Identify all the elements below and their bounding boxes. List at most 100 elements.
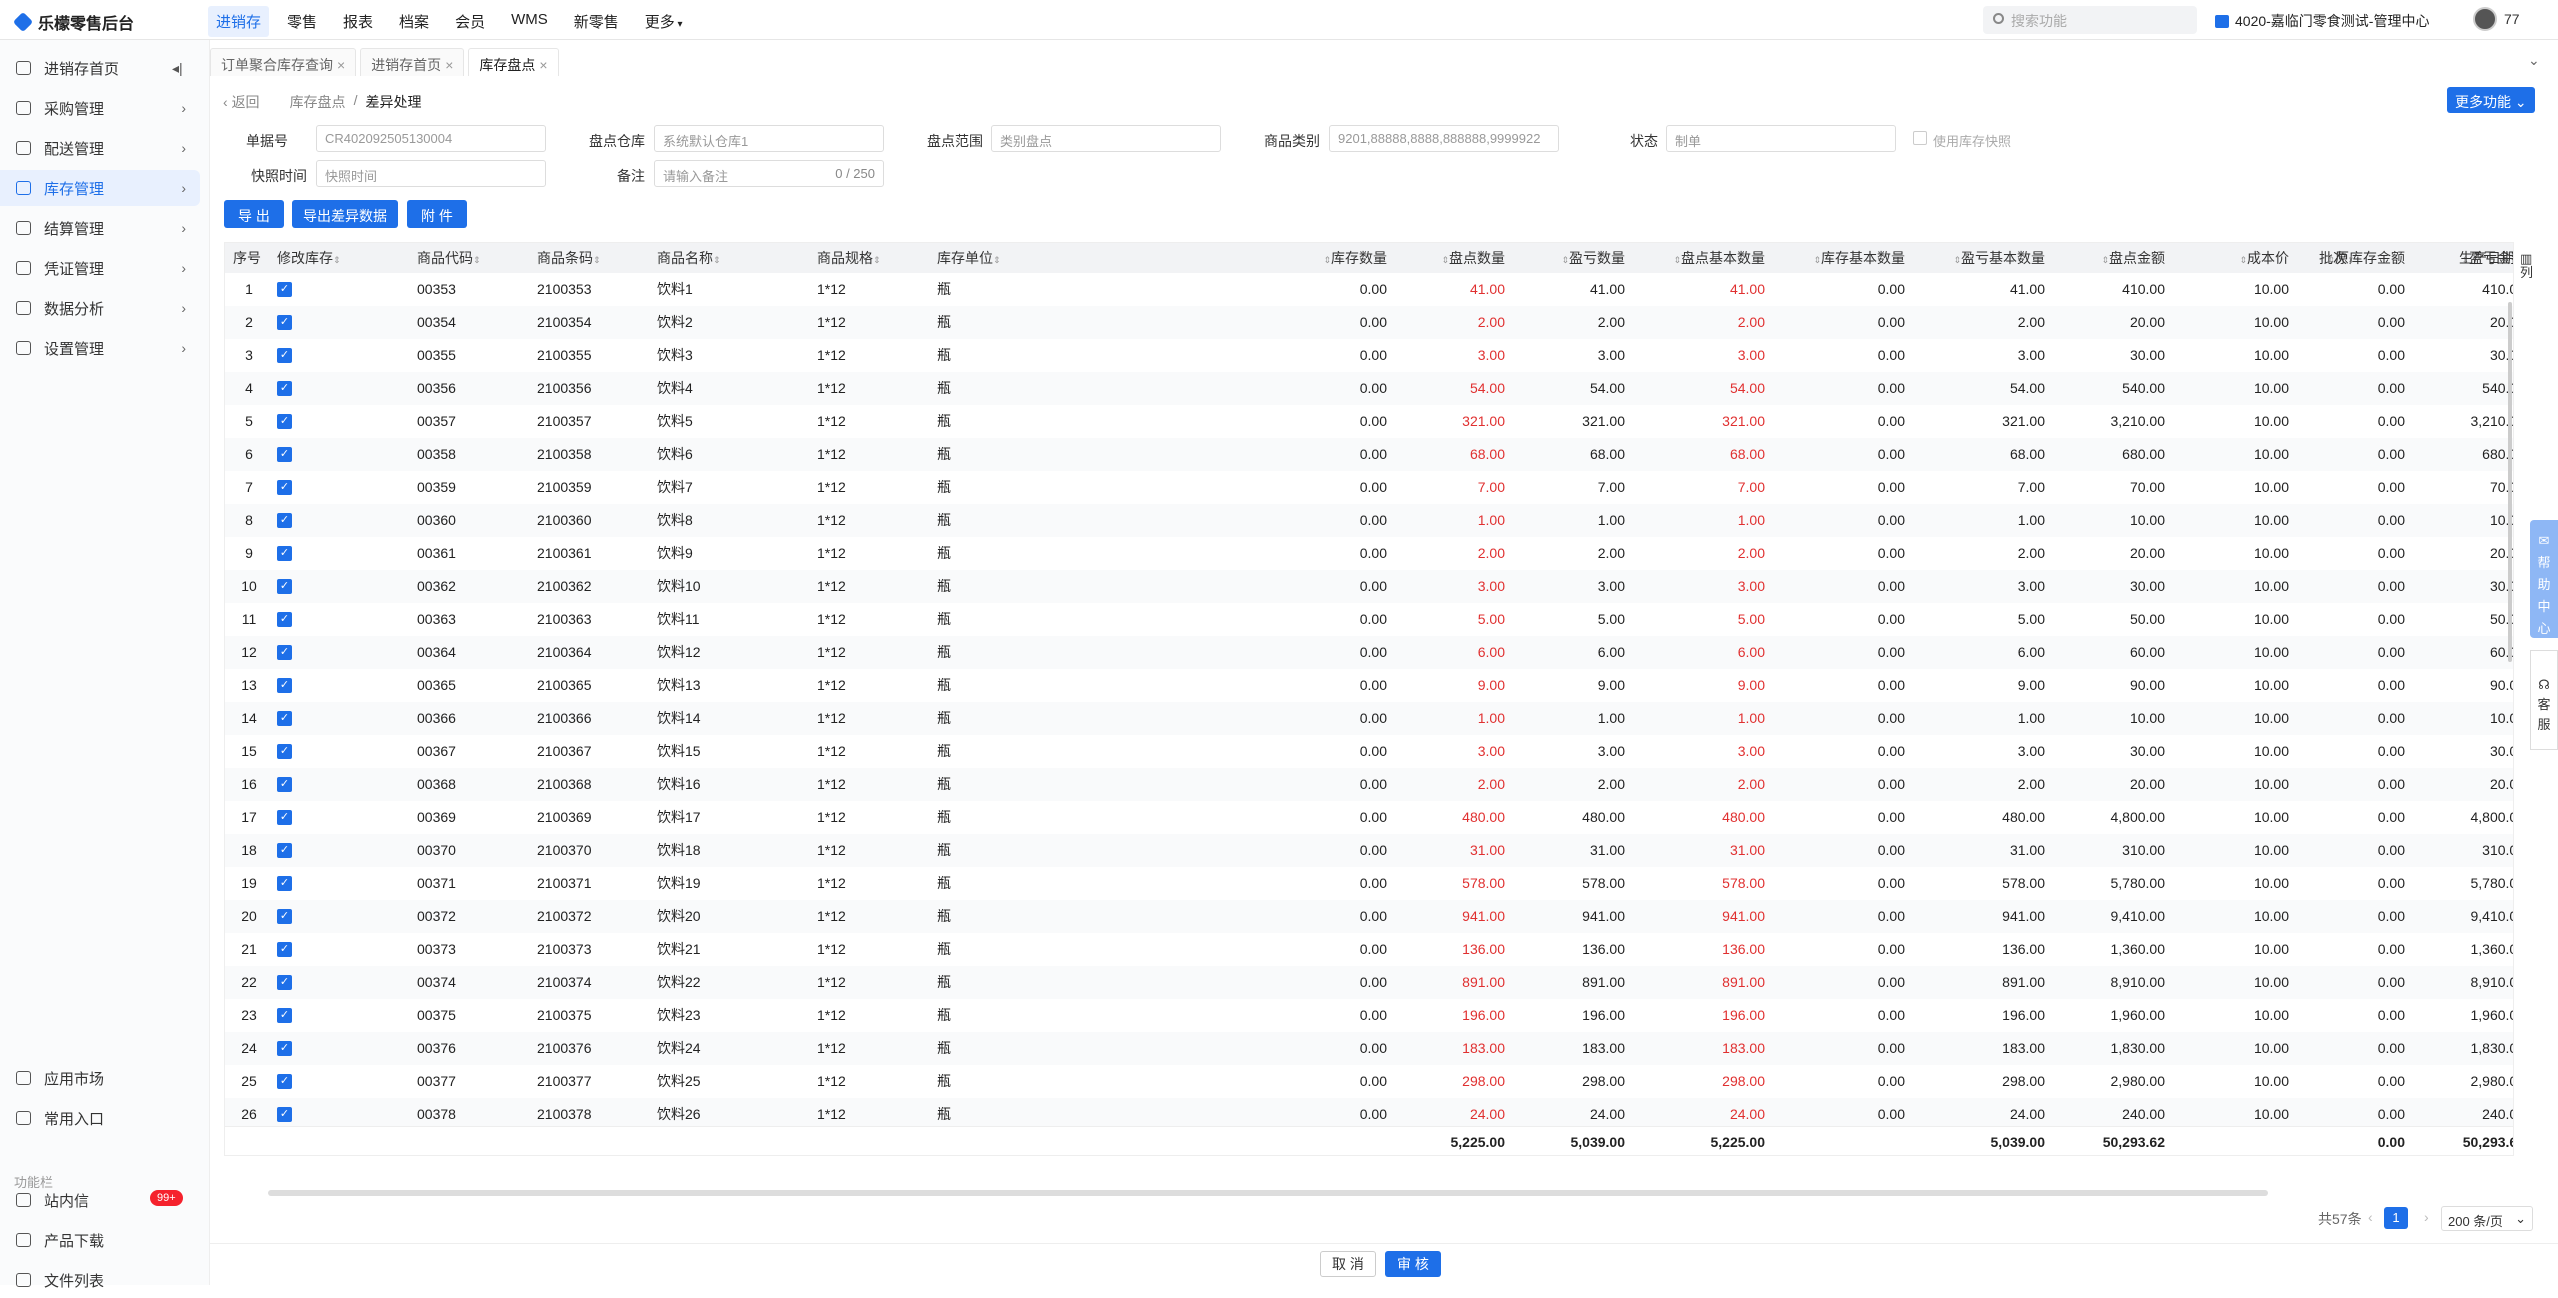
modify-stock-checkbox[interactable]: ✓ [277, 909, 292, 924]
sort-icon[interactable]: ⇕ [1441, 255, 1449, 265]
column-header[interactable]: ⇕盘点数量 [1365, 243, 1505, 273]
topnav-item[interactable]: 更多 ▾ [637, 6, 691, 37]
table-row[interactable]: ✓ 18 00370 2100370 饮料18 1*12 瓶 0.00 31.00 31.00 31… [225, 834, 2513, 867]
sort-icon[interactable]: ⇕ [593, 255, 601, 265]
modify-stock-checkbox[interactable]: ✓ [277, 942, 292, 957]
table-row[interactable]: ✓ 9 00361 2100361 饮料9 1*12 瓶 0.00 2.00 2.00 2.00 0.… [225, 537, 2513, 570]
table-row[interactable]: ✓ 12 00364 2100364 饮料12 1*12 瓶 0.00 6.00 6.00 6.00… [225, 636, 2513, 669]
topnav-item[interactable]: 报表 [335, 6, 381, 37]
topnav-item[interactable]: 会员 [447, 6, 493, 37]
table-row[interactable]: ✓ 3 00355 2100355 饮料3 1*12 瓶 0.00 3.00 3.00 3.00 0.… [225, 339, 2513, 372]
column-header[interactable]: 商品规格⇕ [817, 243, 881, 273]
modify-stock-checkbox[interactable]: ✓ [277, 876, 292, 891]
column-header[interactable]: 商品名称⇕ [657, 243, 721, 273]
column-settings-button[interactable]: ▥ 列 [2520, 252, 2534, 280]
export-button[interactable]: 导 出 [224, 200, 284, 228]
table-row[interactable]: ✓ 5 00357 2100357 饮料5 1*12 瓶 0.00 321.00 321.00 32… [225, 405, 2513, 438]
tab-1[interactable]: 进销存首页 × [360, 48, 465, 76]
column-header[interactable]: 商品条码⇕ [537, 243, 601, 273]
column-header[interactable]: 生产日期 [2459, 243, 2513, 273]
modify-stock-checkbox[interactable]: ✓ [277, 282, 292, 297]
modify-stock-checkbox[interactable]: ✓ [277, 810, 292, 825]
sort-icon[interactable]: ⇕ [333, 255, 341, 265]
column-header[interactable]: ⇕盘点金额 [2025, 243, 2165, 273]
topnav-item[interactable]: WMS [503, 6, 556, 37]
modify-stock-checkbox[interactable]: ✓ [277, 315, 292, 330]
modify-stock-checkbox[interactable]: ✓ [277, 975, 292, 990]
back-link[interactable]: ‹ 返回 [223, 92, 260, 112]
column-header[interactable]: ⇕盈亏基本数量 [1905, 243, 2045, 273]
sidebar-item[interactable]: 站内信 99+ [0, 1182, 200, 1218]
snapshot-checkbox[interactable] [1913, 131, 1927, 145]
store-selector[interactable]: 4020-嘉临门零食测试-管理中心 [2215, 11, 2429, 31]
tab-2[interactable]: 库存盘点 × [468, 48, 559, 76]
modify-stock-checkbox[interactable]: ✓ [277, 513, 292, 528]
column-header[interactable]: 批次⇕ [2319, 243, 2355, 273]
modify-stock-checkbox[interactable]: ✓ [277, 744, 292, 759]
sidebar-item[interactable]: 凭证管理 › [0, 250, 200, 286]
range-field[interactable]: 类别盘点 [991, 125, 1221, 152]
modify-stock-checkbox[interactable]: ✓ [277, 1008, 292, 1023]
modify-stock-checkbox[interactable]: ✓ [277, 1107, 292, 1122]
audit-button[interactable]: 审 核 [1385, 1251, 1441, 1277]
cancel-button[interactable]: 取 消 [1320, 1251, 1376, 1277]
table-row[interactable]: ✓ 2 00354 2100354 饮料2 1*12 瓶 0.00 2.00 2.00 2.00 0.… [225, 306, 2513, 339]
close-icon[interactable]: × [337, 57, 345, 73]
modify-stock-checkbox[interactable]: ✓ [277, 1074, 292, 1089]
table-row[interactable]: ✓ 8 00360 2100360 饮料8 1*12 瓶 0.00 1.00 1.00 1.00 0.… [225, 504, 2513, 537]
column-header[interactable]: 序号 [233, 243, 261, 273]
next-page-icon[interactable]: › [2424, 1209, 2429, 1225]
topnav-item[interactable]: 零售 [279, 6, 325, 37]
modify-stock-checkbox[interactable]: ✓ [277, 348, 292, 363]
modify-stock-checkbox[interactable]: ✓ [277, 546, 292, 561]
modify-stock-checkbox[interactable]: ✓ [277, 711, 292, 726]
table-row[interactable]: ✓ 13 00365 2100365 饮料13 1*12 瓶 0.00 9.00 9.00 9.00… [225, 669, 2513, 702]
table-row[interactable]: ✓ 17 00369 2100369 饮料17 1*12 瓶 0.00 480.00 480.00… [225, 801, 2513, 834]
more-functions-button[interactable]: 更多功能 ⌄ [2447, 87, 2535, 113]
table-row[interactable]: ✓ 4 00356 2100356 饮料4 1*12 瓶 0.00 54.00 54.00 54.0… [225, 372, 2513, 405]
breadcrumb-parent[interactable]: 库存盘点 [290, 92, 346, 112]
sidebar-item[interactable]: 进销存首页 [0, 50, 200, 86]
table-row[interactable]: ✓ 1 00353 2100353 饮料1 1*12 瓶 0.00 41.00 41.00 41.0… [225, 273, 2513, 306]
table-row[interactable]: ✓ 19 00371 2100371 饮料19 1*12 瓶 0.00 578.00 578.00… [225, 867, 2513, 900]
tabs-chevron-down-icon[interactable]: ⌄ [2528, 52, 2540, 69]
column-header[interactable]: ⇕盘点基本数量 [1625, 243, 1765, 273]
table-row[interactable]: ✓ 6 00358 2100358 饮料6 1*12 瓶 0.00 68.00 68.00 68.0… [225, 438, 2513, 471]
search-input[interactable]: 搜索功能 [1983, 6, 2197, 34]
sort-icon[interactable]: ⇕ [2101, 255, 2109, 265]
sidebar-item[interactable]: 设置管理 › [0, 330, 200, 366]
sort-icon[interactable]: ⇕ [2239, 255, 2247, 265]
column-header[interactable]: 商品代码⇕ [417, 243, 481, 273]
table-row[interactable]: ✓ 23 00375 2100375 饮料23 1*12 瓶 0.00 196.00 196.00… [225, 999, 2513, 1032]
table-row[interactable]: ✓ 24 00376 2100376 饮料24 1*12 瓶 0.00 183.00 183.00… [225, 1032, 2513, 1065]
table-row[interactable]: ✓ 20 00372 2100372 饮料20 1*12 瓶 0.00 941.00 941.00… [225, 900, 2513, 933]
sort-icon[interactable]: ⇕ [713, 255, 721, 265]
column-header[interactable]: ⇕库存基本数量 [1765, 243, 1905, 273]
user-name[interactable]: 77 [2504, 11, 2520, 27]
modify-stock-checkbox[interactable]: ✓ [277, 678, 292, 693]
sidebar-item[interactable]: 文件列表 [0, 1262, 200, 1298]
sort-icon[interactable]: ⇕ [873, 255, 881, 265]
attach-button[interactable]: 附 件 [407, 200, 467, 228]
sort-icon[interactable]: ⇕ [1673, 255, 1681, 265]
prev-page-icon[interactable]: ‹ [2368, 1209, 2373, 1225]
table-row[interactable]: ✓ 16 00368 2100368 饮料16 1*12 瓶 0.00 2.00 2.00 2.00… [225, 768, 2513, 801]
modify-stock-checkbox[interactable]: ✓ [277, 414, 292, 429]
sort-icon[interactable]: ⇕ [993, 255, 1001, 265]
modify-stock-checkbox[interactable]: ✓ [277, 447, 292, 462]
sidebar-item[interactable]: 常用入口 [0, 1100, 200, 1136]
column-header[interactable]: 库存单位⇕ [937, 243, 1001, 273]
close-icon[interactable]: × [539, 57, 547, 73]
sidebar-item[interactable]: 采购管理 › [0, 90, 200, 126]
status-field[interactable]: 制单 [1666, 125, 1896, 152]
column-header[interactable]: 修改库存⇕ [277, 243, 341, 273]
sort-icon[interactable]: ⇕ [1561, 255, 1569, 265]
table-row[interactable]: ✓ 22 00374 2100374 饮料22 1*12 瓶 0.00 891.00 891.00… [225, 966, 2513, 999]
modify-stock-checkbox[interactable]: ✓ [277, 777, 292, 792]
modify-stock-checkbox[interactable]: ✓ [277, 381, 292, 396]
export-diff-button[interactable]: 导出差异数据 [292, 200, 398, 228]
sort-icon[interactable]: ⇕ [1953, 255, 1961, 265]
remark-field[interactable]: 请输入备注 0 / 250 [654, 160, 884, 187]
page-size-select[interactable]: 200 条/页 ⌄ [2441, 1206, 2533, 1231]
topnav-item[interactable]: 档案 [391, 6, 437, 37]
